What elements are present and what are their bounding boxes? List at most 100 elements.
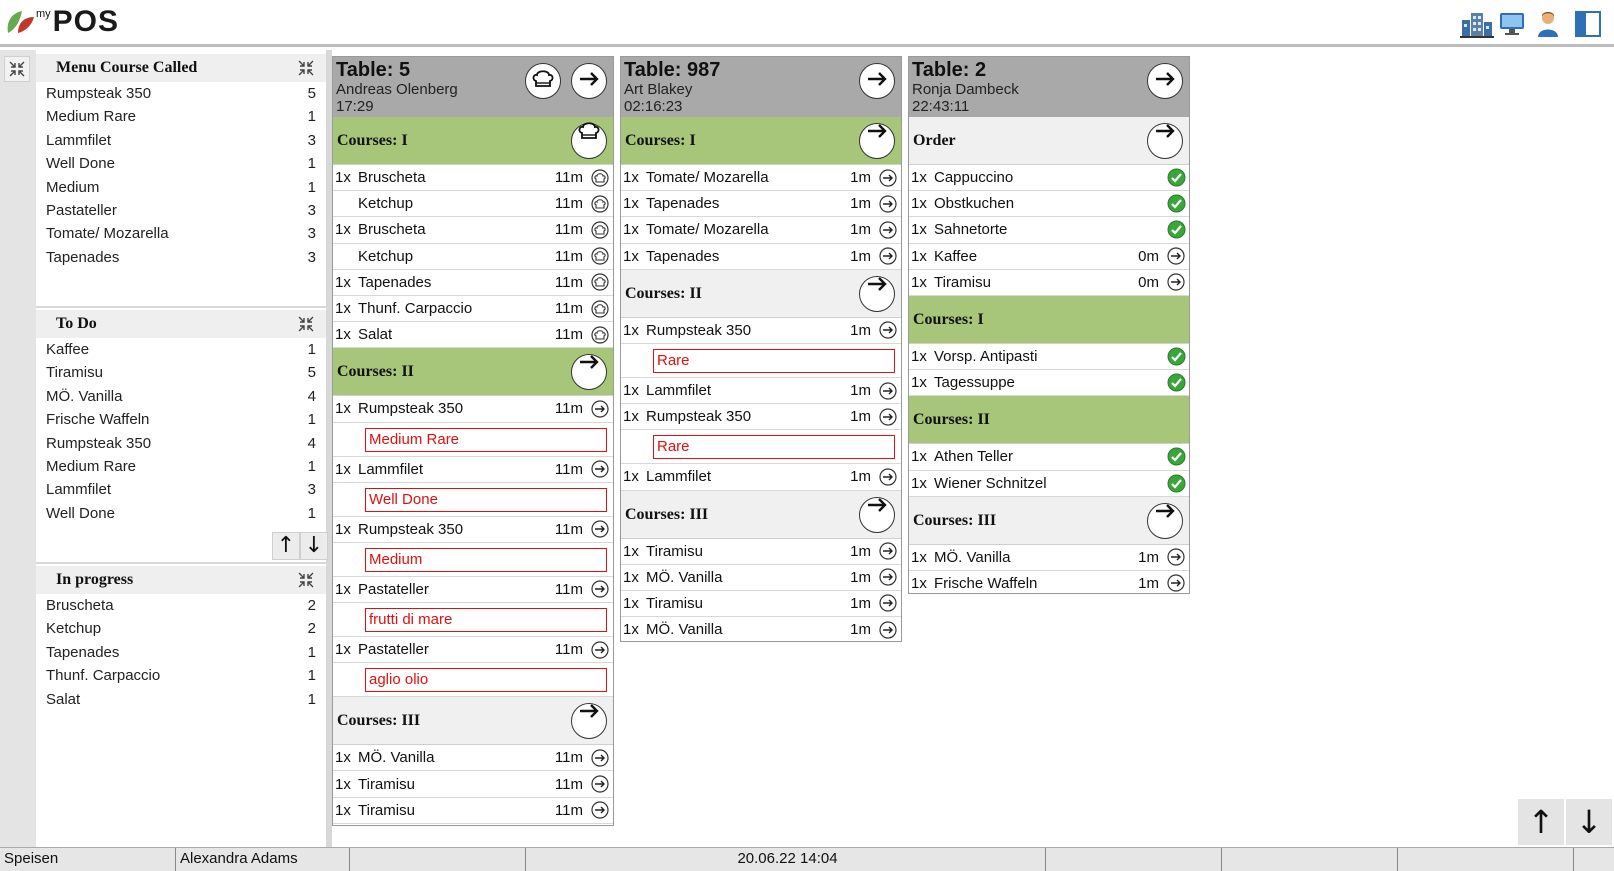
arrow-right-icon[interactable] (589, 640, 611, 660)
order-item[interactable]: 1x Rumpsteak 350 1m (621, 404, 901, 431)
order-item[interactable]: 1x Cappuccino (909, 165, 1189, 192)
list-item[interactable]: Medium Rare 1 (36, 105, 326, 128)
order-item[interactable]: 1x Tiramisu 1m (621, 539, 901, 565)
order-item[interactable]: Ketchup 11m (333, 191, 613, 218)
advance-course-button[interactable] (859, 123, 895, 159)
arrow-right-icon[interactable] (877, 407, 899, 427)
scroll-up-button[interactable]: ↑ (272, 532, 300, 560)
order-item[interactable]: 1x Sahnetorte (909, 217, 1189, 244)
order-item[interactable]: 1x Vorsp. Antipasti (909, 344, 1189, 371)
list-item[interactable]: Frische Waffeln 1 (36, 408, 326, 431)
arrow-right-icon[interactable] (589, 459, 611, 479)
order-item[interactable]: 1x Tiramisu 11m (333, 771, 613, 798)
scroll-down-button[interactable]: ↓ (300, 532, 328, 560)
check-icon[interactable] (1165, 168, 1187, 188)
check-icon[interactable] (1165, 373, 1187, 393)
list-item[interactable]: Lammfilet 3 (36, 129, 326, 152)
arrow-right-icon[interactable] (1165, 573, 1187, 593)
order-item[interactable]: 1x Bruscheta 11m (333, 165, 613, 192)
chef-hat-icon[interactable] (589, 246, 611, 266)
collapse-section-button[interactable] (294, 569, 318, 591)
page-up-button[interactable]: ↑ (1518, 799, 1564, 845)
arrow-right-icon[interactable] (877, 168, 899, 188)
arrow-right-icon[interactable] (877, 194, 899, 214)
order-item[interactable]: 1x Bruscheta 11m (333, 217, 613, 244)
order-item[interactable]: 1x Frische Waffeln 1m (909, 571, 1189, 593)
check-icon[interactable] (1165, 473, 1187, 493)
advance-button[interactable] (1147, 63, 1183, 99)
arrow-right-icon[interactable] (589, 579, 611, 599)
arrow-right-icon[interactable] (877, 246, 899, 266)
panel-icon[interactable] (1574, 10, 1602, 38)
order-item[interactable]: 1x Athen Teller (909, 444, 1189, 471)
order-item[interactable]: 1x Kaffee 0m (909, 244, 1189, 270)
order-item[interactable]: 1x Tapenades 11m (333, 270, 613, 296)
list-item[interactable]: Thunf. Carpaccio 1 (36, 664, 326, 687)
user-icon[interactable] (1536, 10, 1564, 38)
list-item[interactable]: Lammfilet 3 (36, 478, 326, 501)
collapse-section-button[interactable] (294, 313, 318, 335)
order-item[interactable]: 1x Tagessuppe (909, 370, 1189, 397)
order-item[interactable]: 1x Lammfilet 11m (333, 457, 613, 483)
chef-hat-icon[interactable] (589, 325, 611, 345)
arrow-right-icon[interactable] (589, 748, 611, 768)
order-item[interactable]: 1x Rumpsteak 350 11m (333, 517, 613, 543)
arrow-right-icon[interactable] (589, 774, 611, 794)
list-item[interactable]: Pastateller 3 (36, 199, 326, 222)
order-item[interactable]: 1x MÖ. Vanilla 11m (333, 745, 613, 772)
list-item[interactable]: MÖ. Vanilla 4 (36, 385, 326, 408)
list-item[interactable]: Bruscheta 2 (36, 594, 326, 617)
order-item[interactable]: 1x Tiramisu 11m (333, 798, 613, 824)
list-item[interactable]: Medium Rare 1 (36, 455, 326, 478)
arrow-right-icon[interactable] (877, 320, 899, 340)
chef-button[interactable] (525, 63, 561, 99)
list-item[interactable]: Tiramisu 5 (36, 361, 326, 384)
arrow-right-icon[interactable] (877, 220, 899, 240)
chef-hat-icon[interactable] (589, 194, 611, 214)
advance-course-button[interactable] (859, 496, 895, 533)
order-item[interactable]: 1x Rumpsteak 350 11m (333, 396, 613, 423)
arrow-right-icon[interactable] (1165, 272, 1187, 292)
order-item[interactable]: 1x Tiramisu 1m (621, 591, 901, 618)
advance-course-button[interactable] (859, 275, 895, 312)
collapse-sidebar-button[interactable] (4, 56, 30, 82)
order-item[interactable]: 1x Lammfilet 1m (621, 378, 901, 405)
order-item[interactable]: 1x Tomate/ Mozarella 1m (621, 165, 901, 192)
arrow-right-icon[interactable] (877, 567, 899, 587)
arrow-right-icon[interactable] (589, 800, 611, 820)
chef-hat-icon[interactable] (589, 220, 611, 240)
chef-hat-icon[interactable] (589, 272, 611, 292)
check-icon[interactable] (1165, 347, 1187, 367)
order-item[interactable]: 1x MÖ. Vanilla 1m (909, 545, 1189, 571)
list-item[interactable]: Ketchup 2 (36, 617, 326, 640)
order-item[interactable]: 1x Rumpsteak 350 1m (621, 318, 901, 344)
arrow-right-icon[interactable] (877, 541, 899, 561)
list-item[interactable]: Kaffee 1 (36, 338, 326, 361)
chef-button[interactable] (571, 122, 607, 159)
chef-hat-icon[interactable] (589, 299, 611, 319)
arrow-right-icon[interactable] (1165, 547, 1187, 567)
list-item[interactable]: Rumpsteak 350 5 (36, 82, 326, 105)
order-item[interactable]: Ketchup 11m (333, 244, 613, 270)
arrow-right-icon[interactable] (877, 381, 899, 401)
order-item[interactable]: 1x Obstkuchen (909, 191, 1189, 218)
order-item[interactable]: 1x Tapenades 1m (621, 244, 901, 270)
arrow-right-icon[interactable] (1165, 246, 1187, 266)
order-item[interactable]: 1x Thunf. Carpaccio 11m (333, 296, 613, 323)
order-item[interactable]: 1x MÖ. Vanilla 1m (621, 617, 901, 641)
order-item[interactable]: 1x Lammfilet 1m (621, 464, 901, 491)
order-item[interactable]: 1x MÖ. Vanilla 1m (621, 565, 901, 591)
advance-button[interactable] (859, 63, 895, 99)
list-item[interactable]: Tomate/ Mozarella 3 (36, 222, 326, 245)
arrow-right-icon[interactable] (877, 593, 899, 613)
building-icon[interactable] (1460, 10, 1494, 38)
page-down-button[interactable]: ↓ (1566, 799, 1612, 845)
order-item[interactable]: 1x Tapenades 1m (621, 191, 901, 218)
list-item[interactable]: Medium 1 (36, 176, 326, 199)
advance-course-button[interactable] (571, 703, 607, 740)
list-item[interactable]: Well Done 1 (36, 152, 326, 175)
order-item[interactable]: 1x Pastateller 11m (333, 577, 613, 604)
list-item[interactable]: Salat 1 (36, 688, 326, 711)
list-item[interactable]: Rumpsteak 350 4 (36, 432, 326, 455)
list-item[interactable]: Tapenades 3 (36, 246, 326, 269)
